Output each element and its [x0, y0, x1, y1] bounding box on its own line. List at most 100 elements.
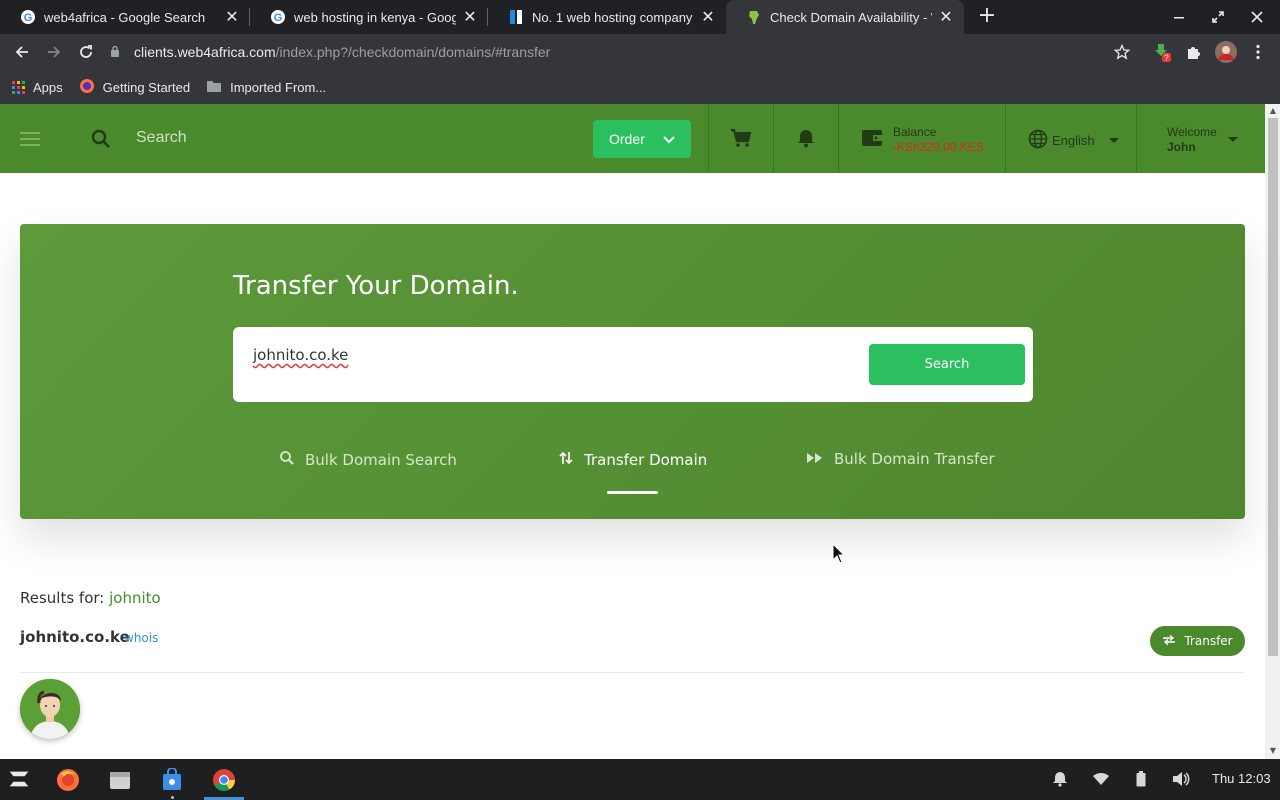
- bookmark-label: Imported From...: [230, 79, 327, 95]
- extensions-puzzle-icon[interactable]: [1182, 40, 1206, 64]
- results-heading: Results for: johnito: [20, 589, 161, 607]
- close-window-icon[interactable]: [1238, 0, 1276, 34]
- site-header: Search Order Balance -KSh220.00 KES Engl…: [0, 104, 1265, 173]
- tab-title: No. 1 web hosting company: [532, 9, 693, 25]
- transfer-button[interactable]: Transfer: [1150, 626, 1245, 656]
- battery-icon[interactable]: [1131, 769, 1151, 789]
- tab-transfer-domain[interactable]: Transfer Domain: [558, 450, 707, 470]
- language-selector[interactable]: English: [1028, 129, 1119, 152]
- close-tab-icon[interactable]: ✕: [700, 7, 716, 27]
- apps-grid-icon: [12, 80, 25, 94]
- back-icon[interactable]: [10, 40, 34, 64]
- result-domain-name: johnito.co.ke: [20, 628, 130, 646]
- language-label: English: [1052, 133, 1095, 148]
- extension-badge: ?: [1164, 54, 1169, 63]
- header-divider: [1005, 104, 1006, 173]
- support-chat-avatar[interactable]: [20, 679, 80, 739]
- header-search-input[interactable]: Search: [136, 129, 187, 147]
- hamburger-menu-icon[interactable]: [20, 132, 40, 150]
- bookmark-label: Apps: [33, 79, 63, 95]
- user-name[interactable]: John: [1167, 140, 1196, 154]
- header-divider: [708, 104, 709, 173]
- bookmarks-bar: Apps Getting Started Imported From...: [0, 70, 1280, 104]
- transfer-label: Transfer: [1184, 634, 1233, 648]
- wallet-icon[interactable]: [860, 126, 884, 150]
- fast-forward-icon: [806, 450, 824, 468]
- close-tab-icon[interactable]: ✕: [462, 7, 478, 27]
- browser-menu-icon[interactable]: [1246, 40, 1270, 64]
- balance-value: -KSh220.00 KES: [893, 140, 984, 154]
- bookmark-apps[interactable]: Apps: [12, 80, 63, 95]
- header-divider: [773, 104, 774, 173]
- close-tab-icon[interactable]: ✕: [224, 7, 240, 27]
- africa-map-icon: [746, 9, 762, 25]
- tab-bulk-domain-transfer[interactable]: Bulk Domain Transfer: [806, 450, 995, 468]
- notifications-bell-icon[interactable]: [1050, 769, 1070, 789]
- balance-label: Balance: [893, 125, 937, 139]
- software-store-icon[interactable]: [159, 767, 185, 793]
- hero-title: Transfer Your Domain.: [233, 271, 519, 301]
- active-tab-indicator: [607, 491, 658, 494]
- header-divider: [1136, 104, 1137, 173]
- tab-label: Bulk Domain Transfer: [834, 450, 995, 468]
- chevron-down-icon: [663, 131, 675, 147]
- header-divider: [838, 104, 839, 173]
- tab-label: Transfer Domain: [584, 451, 708, 469]
- transfer-arrows-icon: [558, 450, 574, 470]
- browser-tab[interactable]: G web hosting in kenya - Goog ✕: [250, 0, 488, 34]
- zorin-menu-icon[interactable]: [6, 766, 32, 792]
- search-button[interactable]: Search: [869, 344, 1025, 385]
- files-icon[interactable]: [107, 767, 133, 793]
- browser-tab[interactable]: G web4africa - Google Search ✕: [0, 0, 250, 34]
- folder-icon: [206, 79, 222, 96]
- system-clock[interactable]: Thu 12:03: [1212, 771, 1271, 786]
- transfer-icon: [1162, 634, 1176, 648]
- running-indicator: [171, 796, 174, 799]
- google-icon: G: [20, 9, 36, 25]
- firefox-icon[interactable]: [55, 767, 81, 793]
- new-tab-icon[interactable]: +: [976, 5, 998, 27]
- results-divider: [20, 672, 1245, 673]
- minimize-icon[interactable]: [1160, 0, 1198, 34]
- forward-icon[interactable]: [42, 40, 66, 64]
- bookmark-imported[interactable]: Imported From...: [206, 79, 326, 96]
- tab-title: web hosting in kenya - Goog: [294, 9, 456, 25]
- browser-tab[interactable]: No. 1 web hosting company ✕: [488, 0, 726, 34]
- os-taskbar: [0, 759, 1280, 800]
- url-path: /index.php?/checkdomain/domains/#transfe…: [275, 44, 551, 60]
- scrollbar-thumb[interactable]: [1268, 118, 1278, 656]
- cart-icon[interactable]: [729, 126, 753, 150]
- results-label: Results for:: [20, 589, 105, 607]
- order-button[interactable]: Order: [593, 120, 691, 158]
- restore-icon[interactable]: [1199, 0, 1237, 34]
- bookmark-getting-started[interactable]: Getting Started: [79, 78, 190, 97]
- search-icon[interactable]: [90, 128, 112, 154]
- globe-icon: [1028, 129, 1048, 152]
- chrome-icon[interactable]: [211, 767, 237, 793]
- mouse-cursor: [832, 542, 846, 569]
- domain-search-input[interactable]: johnito.co.ke: [253, 346, 348, 364]
- volume-icon[interactable]: [1171, 769, 1191, 789]
- scroll-up-icon[interactable]: ▲: [1268, 106, 1278, 116]
- wifi-icon[interactable]: [1091, 769, 1111, 789]
- download-extension-icon[interactable]: ?: [1150, 40, 1174, 64]
- whois-link[interactable]: whois: [124, 631, 158, 645]
- close-tab-icon[interactable]: ✕: [938, 7, 954, 27]
- scroll-down-icon[interactable]: ▼: [1268, 746, 1278, 756]
- tab-bulk-domain-search[interactable]: Bulk Domain Search: [279, 450, 457, 470]
- url-host: clients.web4africa.com: [134, 44, 276, 60]
- profile-avatar-icon[interactable]: [1214, 40, 1238, 64]
- firefox-icon: [79, 78, 95, 97]
- bookmark-star-icon[interactable]: [1110, 40, 1134, 64]
- welcome-label[interactable]: Welcome: [1167, 125, 1217, 139]
- tab-title: Check Domain Availability - W: [770, 9, 932, 25]
- address-bar[interactable]: clients.web4africa.com/index.php?/checkd…: [110, 37, 1140, 67]
- results-term: johnito: [109, 589, 161, 607]
- browser-tab-active[interactable]: Check Domain Availability - W ✕: [726, 0, 964, 34]
- caret-down-icon: [1108, 138, 1119, 143]
- caret-down-icon[interactable]: [1228, 137, 1238, 142]
- bell-icon[interactable]: [794, 126, 818, 150]
- tab-label: Bulk Domain Search: [305, 451, 457, 469]
- browser-toolbar: clients.web4africa.com/index.php?/checkd…: [0, 34, 1280, 70]
- reload-icon[interactable]: [74, 40, 98, 64]
